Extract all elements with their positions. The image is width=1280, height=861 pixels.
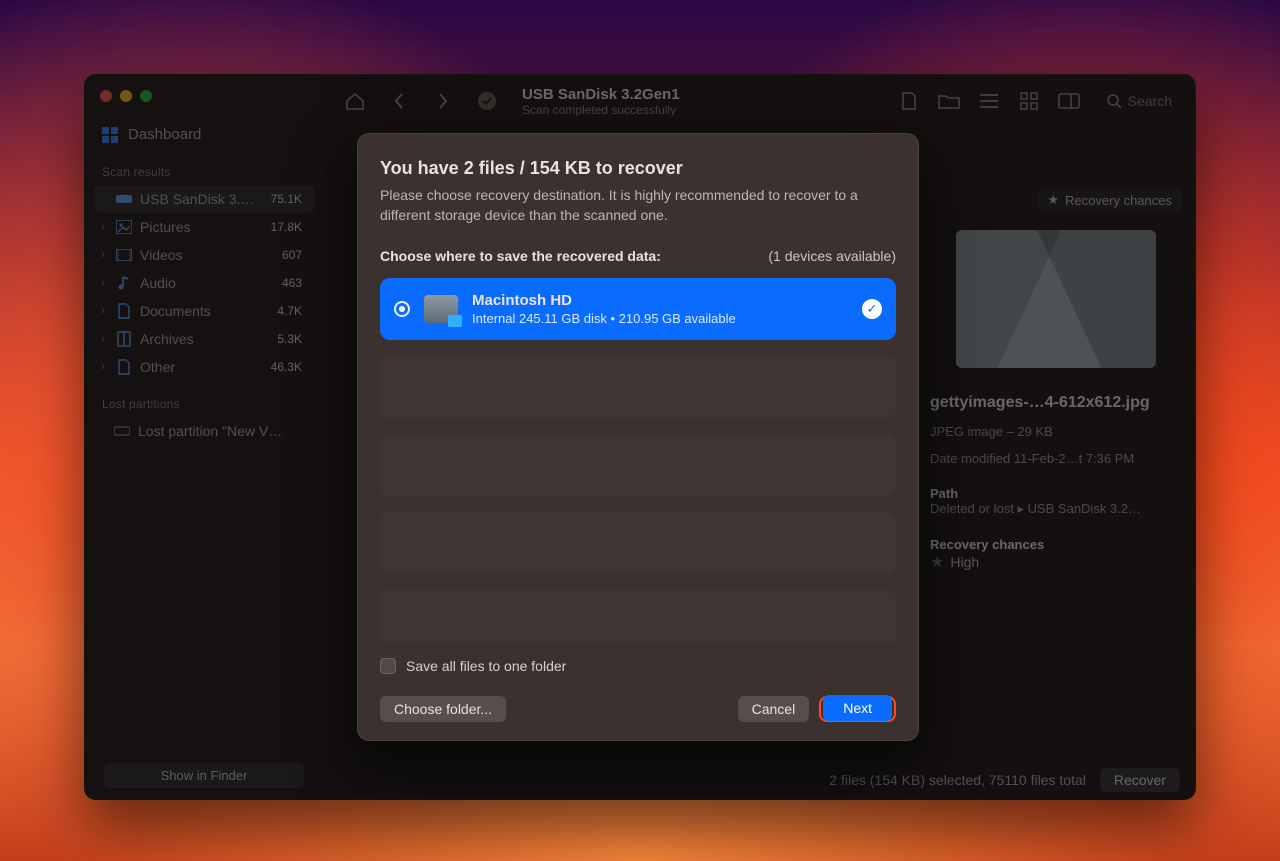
save-all-label: Save all files to one folder [406,658,566,674]
destination-placeholder [380,590,896,642]
devices-available-label: (1 devices available) [768,248,896,264]
destination-placeholder [380,356,896,418]
destination-placeholder [380,512,896,574]
destination-list: Macintosh HD Internal 245.11 GB disk • 2… [380,278,896,642]
destination-details: Internal 245.11 GB disk • 210.95 GB avai… [472,311,848,326]
app-window: Dashboard Scan results USB SanDisk 3.… 7… [84,74,1196,800]
radio-selected-icon [394,301,410,317]
destination-placeholder [380,434,896,496]
cancel-button[interactable]: Cancel [738,696,810,722]
next-button-highlight: Next [819,696,896,722]
destination-item-selected[interactable]: Macintosh HD Internal 245.11 GB disk • 2… [380,278,896,340]
choose-folder-button[interactable]: Choose folder... [380,696,506,722]
next-button[interactable]: Next [823,695,892,721]
modal-hint: Please choose recovery destination. It i… [380,185,896,226]
recovery-destination-modal: You have 2 files / 154 KB to recover Ple… [357,133,919,741]
choose-destination-label: Choose where to save the recovered data: [380,248,661,264]
internal-disk-icon [424,295,458,323]
modal-title: You have 2 files / 154 KB to recover [380,158,896,179]
destination-name: Macintosh HD [472,292,848,309]
check-icon: ✓ [862,299,882,319]
save-all-checkbox[interactable] [380,658,396,674]
